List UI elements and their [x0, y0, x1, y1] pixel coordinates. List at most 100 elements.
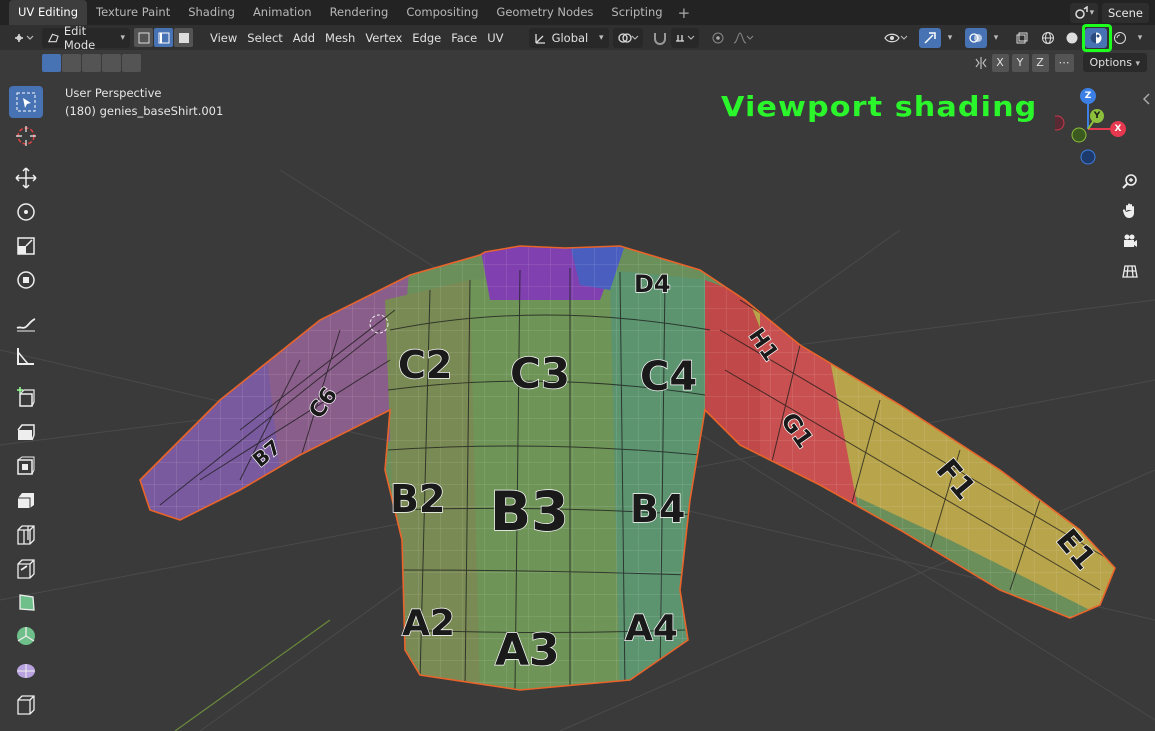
pan-button[interactable] [1116, 198, 1144, 224]
snap-target-dropdown[interactable] [670, 27, 699, 48]
tool-cursor[interactable] [9, 120, 43, 152]
gizmo-toggle[interactable] [919, 28, 941, 48]
loop-cut-icon [17, 525, 35, 545]
transform-orientation-icon [534, 33, 545, 44]
select-subtract-button[interactable] [82, 54, 101, 72]
tab-shading[interactable]: Shading [179, 0, 244, 25]
shading-dropdown[interactable]: ▾ [1133, 28, 1147, 48]
uv-label: A4 [625, 608, 678, 649]
tab-uv-editing[interactable]: UV Editing [9, 0, 87, 25]
shading-rendered-button[interactable] [1109, 28, 1131, 48]
chevron-down-icon: ▾ [947, 33, 953, 43]
editor-type-button[interactable] [8, 28, 38, 48]
tool-loop-cut[interactable] [9, 518, 43, 550]
tab-animation[interactable]: Animation [244, 0, 321, 25]
gizmo-x-label: X [1114, 124, 1122, 134]
shading-solid-button[interactable] [1061, 28, 1083, 48]
select-intersect-button[interactable] [122, 54, 141, 72]
grid-ortho-icon [1122, 265, 1138, 278]
tab-rendering[interactable]: Rendering [321, 0, 398, 25]
menu-view[interactable]: View [205, 28, 242, 48]
gizmo-dropdown[interactable]: ▾ [943, 28, 957, 48]
select-new-button[interactable] [42, 54, 61, 72]
falloff-dropdown[interactable] [729, 28, 757, 48]
scene-name-field[interactable]: Scene [1101, 2, 1149, 23]
tool-move[interactable] [9, 162, 43, 194]
tool-rotate[interactable] [9, 196, 43, 228]
tool-transform[interactable] [9, 264, 43, 296]
tool-spin[interactable] [9, 620, 43, 652]
rendered-sphere-icon [1114, 32, 1126, 44]
annotation-label: Viewport shading [721, 90, 1038, 123]
xray-icon [1016, 32, 1028, 44]
tool-extrude[interactable] [9, 416, 43, 448]
add-workspace-button[interactable]: + [672, 4, 697, 22]
menu-face[interactable]: Face [446, 28, 482, 48]
shrink-icon [17, 695, 35, 715]
perspective-label: User Perspective [65, 86, 162, 100]
tool-smooth[interactable] [9, 654, 43, 686]
menu-vertex[interactable]: Vertex [360, 28, 407, 48]
select-extend-button[interactable] [62, 54, 81, 72]
select-box-icon [16, 92, 36, 112]
bevel-icon [18, 493, 34, 508]
tool-annotate[interactable] [9, 306, 43, 338]
tool-shelf [6, 84, 46, 722]
face-select-button[interactable] [174, 28, 193, 47]
tool-select-box[interactable] [9, 86, 43, 118]
visibility-dropdown[interactable] [881, 28, 911, 48]
mirror-icon[interactable] [973, 55, 989, 71]
topology-mirror-toggle[interactable]: ⋯ [1054, 53, 1074, 72]
edge-select-button[interactable] [154, 28, 173, 47]
tab-texture-paint[interactable]: Texture Paint [87, 0, 179, 25]
overlays-dropdown[interactable]: ▾ [989, 28, 1003, 48]
3d-viewport[interactable]: D4 C2 C3 C4 B2 B3 B4 A2 A3 A4 H1 G1 F1 E… [0, 76, 1155, 731]
menu-add[interactable]: Add [288, 28, 320, 48]
tool-knife[interactable] [9, 552, 43, 584]
overlays-toggle[interactable] [965, 28, 987, 48]
pan-hand-icon [1122, 203, 1134, 218]
snap-toggle[interactable] [649, 28, 671, 48]
editor-type-icon [15, 33, 34, 42]
pivot-point-button[interactable] [612, 27, 643, 48]
mode-dropdown[interactable]: Edit Mode ▾ [42, 24, 130, 52]
tool-scale[interactable] [9, 230, 43, 262]
uv-label: C4 [640, 354, 697, 400]
uv-label: A3 [495, 625, 560, 676]
proportional-edit-toggle[interactable] [707, 28, 729, 48]
sidebar-expand-icon[interactable] [1141, 92, 1153, 106]
menu-edge[interactable]: Edge [407, 28, 446, 48]
add-cube-icon [17, 387, 35, 407]
options-dropdown[interactable]: Options ▾ [1082, 53, 1147, 72]
wireframe-sphere-icon [1042, 32, 1054, 44]
tool-bevel[interactable] [9, 484, 43, 516]
zoom-button[interactable] [1116, 168, 1144, 194]
chevron-down-icon: ▾ [1135, 59, 1140, 69]
camera-view-button[interactable] [1116, 228, 1144, 254]
select-difference-button[interactable] [102, 54, 121, 72]
workspace-bar: UV Editing Texture Paint Shading Animati… [0, 0, 1155, 25]
tool-measure[interactable] [9, 340, 43, 372]
tab-compositing[interactable]: Compositing [397, 0, 487, 25]
xray-toggle[interactable] [1011, 28, 1033, 48]
scene-icon[interactable]: ▾ [1069, 2, 1098, 23]
shading-wireframe-button[interactable] [1037, 28, 1059, 48]
navigation-gizmo[interactable]: Z Y X [1055, 84, 1145, 169]
tab-scripting[interactable]: Scripting [602, 0, 671, 25]
mirror-x-toggle[interactable]: X [991, 53, 1009, 72]
orientation-dropdown[interactable]: Global ▾ [528, 27, 609, 48]
viewport-header: Edit Mode ▾ View Select Add Mesh Vertex … [0, 24, 1155, 52]
menu-mesh[interactable]: Mesh [320, 28, 360, 48]
mirror-y-toggle[interactable]: Y [1011, 53, 1029, 72]
tool-shrink[interactable] [9, 688, 43, 720]
vertex-select-button[interactable] [134, 28, 153, 47]
move-icon [15, 167, 37, 189]
menu-select[interactable]: Select [242, 28, 287, 48]
tab-geometry-nodes[interactable]: Geometry Nodes [487, 0, 602, 25]
tool-inset[interactable] [9, 450, 43, 482]
tool-poly-build[interactable] [9, 586, 43, 618]
menu-uv[interactable]: UV [482, 28, 508, 48]
tool-add-cube[interactable] [9, 382, 43, 414]
ortho-toggle-button[interactable] [1116, 258, 1144, 284]
mirror-z-toggle[interactable]: Z [1031, 53, 1049, 72]
